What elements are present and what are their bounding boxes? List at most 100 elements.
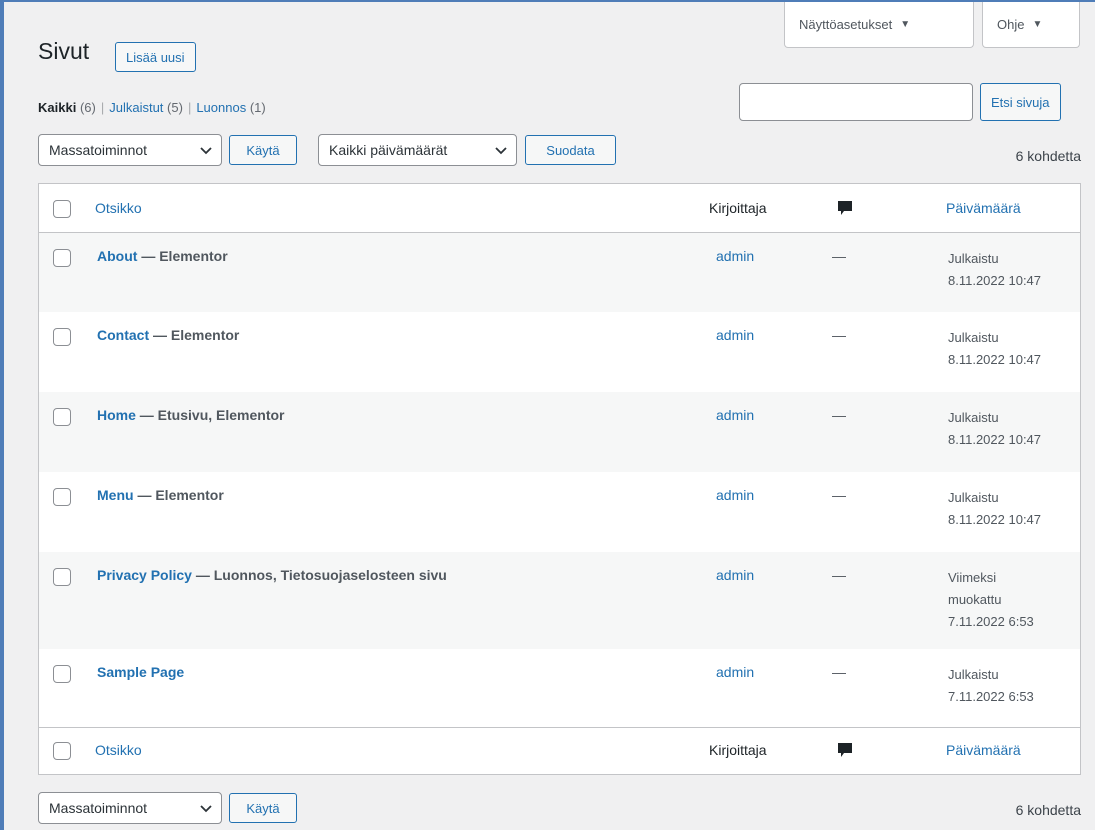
row-title: Privacy Policy — Luonnos, Tietosuojaselo… — [97, 567, 447, 583]
row-author-link[interactable]: admin — [716, 567, 754, 583]
view-draft-count: (1) — [249, 100, 266, 115]
row-checkbox[interactable] — [53, 408, 71, 426]
row-date: Julkaistu 8.11.2022 10:47 — [948, 487, 1041, 531]
table-row: Sample Page admin — Julkaistu 7.11.2022 6… — [39, 649, 1080, 728]
row-title-link[interactable]: Sample Page — [97, 664, 184, 680]
bulk-actions-value: Massatoiminnot — [49, 142, 148, 158]
row-date-value: 8.11.2022 10:47 — [948, 432, 1042, 447]
row-title-link[interactable]: Home — [97, 407, 136, 423]
row-date-status: Julkaistu — [948, 667, 999, 682]
window-left-border — [0, 0, 4, 830]
view-all-count: (6) — [79, 100, 96, 115]
column-author-header: Kirjoittaja — [709, 200, 767, 216]
table-header-row: Otsikko Kirjoittaja Päivämäärä — [39, 184, 1080, 233]
row-date: Julkaistu 8.11.2022 10:47 — [948, 327, 1041, 371]
row-date-value: 7.11.2022 6:53 — [948, 689, 1034, 704]
view-all-label[interactable]: Kaikki — [38, 100, 76, 115]
row-date-status-2: muokattu — [948, 592, 1002, 607]
help-label: Ohje — [997, 17, 1025, 32]
bulk-actions-select[interactable]: Massatoiminnot — [38, 134, 222, 166]
column-date-header[interactable]: Päivämäärä — [946, 200, 1021, 216]
row-checkbox[interactable] — [53, 665, 71, 683]
row-checkbox[interactable] — [53, 488, 71, 506]
row-author-link[interactable]: admin — [716, 327, 754, 343]
row-state: — Elementor — [133, 487, 224, 503]
row-date: Julkaistu 8.11.2022 10:47 — [948, 407, 1041, 451]
view-separator: | — [100, 100, 105, 115]
column-date-footer[interactable]: Päivämäärä — [946, 742, 1021, 758]
row-comments: — — [832, 248, 846, 264]
row-title: Contact — Elementor — [97, 327, 239, 343]
row-date-value: 7.11.2022 6:53 — [948, 614, 1034, 629]
filter-button[interactable]: Suodata — [525, 135, 616, 165]
row-author-link[interactable]: admin — [716, 664, 754, 680]
table-row: Privacy Policy — Luonnos, Tietosuojaselo… — [39, 552, 1080, 649]
chevron-down-icon — [200, 147, 212, 155]
triangle-down-icon: ▼ — [1032, 19, 1043, 30]
apply-button[interactable]: Käytä — [229, 135, 297, 165]
tablenav-bottom: Massatoiminnot Käytä — [38, 792, 297, 824]
comment-bubble-icon[interactable] — [837, 200, 853, 216]
row-title-link[interactable]: Privacy Policy — [97, 567, 192, 583]
search-pages-button[interactable]: Etsi sivuja — [980, 83, 1061, 121]
table-row: Contact — Elementor admin — Julkaistu 8.1… — [39, 312, 1080, 392]
add-new-button[interactable]: Lisää uusi — [115, 42, 196, 72]
bulk-actions-select-bottom[interactable]: Massatoiminnot — [38, 792, 222, 824]
row-state: — Luonnos, Tietosuojaselosteen sivu — [191, 567, 447, 583]
row-date-status: Julkaistu — [948, 490, 999, 505]
row-author-link[interactable]: admin — [716, 407, 754, 423]
select-all-checkbox-footer[interactable] — [53, 742, 71, 760]
row-title-link[interactable]: Contact — [97, 327, 149, 343]
row-date-value: 8.11.2022 10:47 — [948, 352, 1042, 367]
row-comments: — — [832, 664, 846, 680]
row-comments: — — [832, 327, 846, 343]
row-title: Menu — Elementor — [97, 487, 224, 503]
help-tab[interactable]: Ohje ▼ — [982, 2, 1080, 48]
search-input[interactable] — [739, 83, 973, 121]
table-row: Menu — Elementor admin — Julkaistu 8.11.2… — [39, 472, 1080, 552]
row-date-status: Julkaistu — [948, 410, 999, 425]
view-filters: Kaikki (6) | Julkaistut (5) | Luonnos (1) — [38, 100, 266, 115]
row-title: Sample Page — [97, 664, 184, 680]
row-state: — Etusivu, Elementor — [135, 407, 285, 423]
row-state: — Elementor — [137, 248, 228, 264]
row-date-status: Viimeksi — [948, 570, 997, 585]
row-state: — Elementor — [149, 327, 240, 343]
table-footer-row: Otsikko Kirjoittaja Päivämäärä — [39, 727, 1080, 774]
chevron-down-icon — [495, 147, 507, 155]
row-comments: — — [832, 407, 846, 423]
view-published-count: (5) — [167, 100, 183, 115]
page-title: Sivut — [38, 38, 90, 64]
row-title: About — Elementor — [97, 248, 228, 264]
screen-options-tab[interactable]: Näyttöasetukset ▼ — [784, 2, 974, 48]
row-title-link[interactable]: About — [97, 248, 137, 264]
row-date-value: 8.11.2022 10:47 — [948, 273, 1042, 288]
row-checkbox[interactable] — [53, 328, 71, 346]
comment-bubble-icon[interactable] — [837, 742, 853, 758]
table-row: About — Elementor admin — Julkaistu 8.11.… — [39, 233, 1080, 312]
view-published-link[interactable]: Julkaistut — [109, 100, 163, 115]
table-row: Home — Etusivu, Elementor admin — Julkai… — [39, 392, 1080, 472]
row-date-status: Julkaistu — [948, 251, 999, 266]
date-filter-select[interactable]: Kaikki päivämäärät — [318, 134, 517, 166]
triangle-down-icon: ▼ — [900, 19, 911, 30]
row-date: Julkaistu 8.11.2022 10:47 — [948, 248, 1041, 292]
apply-button-bottom[interactable]: Käytä — [229, 793, 297, 823]
column-title-footer[interactable]: Otsikko — [95, 742, 142, 758]
row-title-link[interactable]: Menu — [97, 487, 134, 503]
items-count: 6 kohdetta — [1015, 148, 1081, 164]
row-author-link[interactable]: admin — [716, 248, 754, 264]
date-filter-value: Kaikki päivämäärät — [329, 142, 448, 158]
select-all-checkbox[interactable] — [53, 200, 71, 218]
row-author-link[interactable]: admin — [716, 487, 754, 503]
row-title: Home — Etusivu, Elementor — [97, 407, 285, 423]
chevron-down-icon — [200, 805, 212, 813]
view-draft-link[interactable]: Luonnos — [196, 100, 246, 115]
column-title-header[interactable]: Otsikko — [95, 200, 142, 216]
tablenav-top: Massatoiminnot Käytä Kaikki päivämäärät … — [38, 134, 616, 166]
column-author-footer: Kirjoittaja — [709, 742, 767, 758]
row-checkbox[interactable] — [53, 249, 71, 267]
row-checkbox[interactable] — [53, 568, 71, 586]
view-separator: | — [187, 100, 192, 115]
pages-table: Otsikko Kirjoittaja Päivämäärä About — E… — [38, 183, 1081, 775]
